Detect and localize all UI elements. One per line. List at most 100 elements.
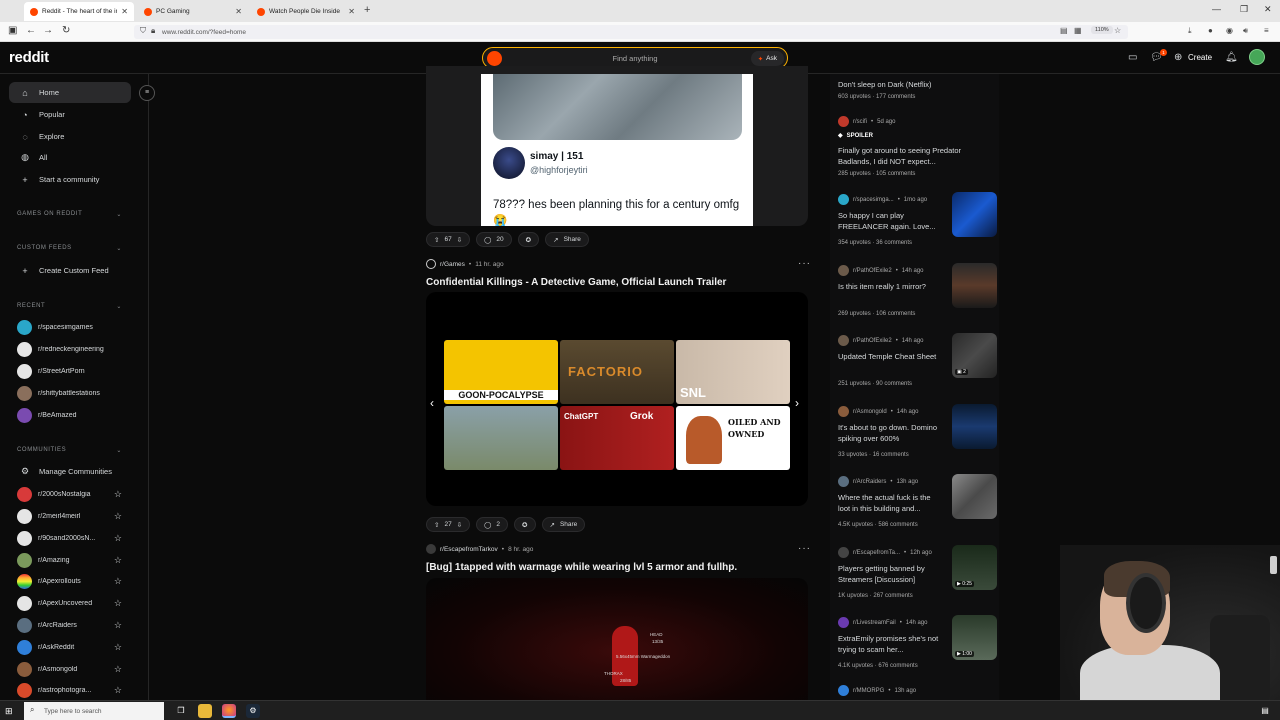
favorite-star-icon[interactable]: ☆ bbox=[114, 685, 122, 696]
vote-control[interactable]: ⇧ 67 ⇩ bbox=[426, 232, 471, 247]
more-options-icon[interactable]: ··· bbox=[798, 543, 811, 554]
forward-icon[interactable]: → bbox=[43, 25, 53, 36]
favorite-star-icon[interactable]: ☆ bbox=[114, 620, 122, 631]
section-games-on-reddit[interactable]: GAMES ON REDDIT ⌄ bbox=[17, 211, 122, 218]
notification-center-icon[interactable]: ▤ bbox=[1258, 704, 1272, 718]
recent-post[interactable]: r/scifi • 5d ago ◆ SPOILER Finally got arou… bbox=[838, 116, 993, 178]
reddit-logo[interactable]: reddit bbox=[9, 49, 49, 66]
back-icon[interactable]: ← bbox=[26, 25, 36, 36]
community-item[interactable]: r/Apexrollouts ☆ bbox=[17, 572, 122, 590]
browser-tab-reddit[interactable]: Reddit - The heart of the intern ✕ bbox=[24, 2, 134, 21]
tweet-embed[interactable]: simay | 151 @highforjeytiri 78??? hes be… bbox=[481, 74, 753, 226]
recent-item[interactable]: r/shittybattlestations bbox=[17, 384, 122, 402]
community-item[interactable]: r/Amazing ☆ bbox=[17, 551, 122, 569]
collapse-sidebar-icon[interactable]: ≡ bbox=[139, 85, 155, 101]
community-item[interactable]: r/2meirl4meirl ☆ bbox=[17, 507, 122, 525]
comments-button[interactable]: ◯ 20 bbox=[476, 232, 512, 247]
recent-item[interactable]: r/redneckengineering bbox=[17, 340, 122, 358]
downvote-icon[interactable]: ⇩ bbox=[457, 521, 462, 529]
taskbar-search[interactable]: ⌕ Type here to search bbox=[24, 702, 164, 720]
bookmark-star-icon[interactable]: ☆ bbox=[1114, 26, 1121, 35]
reader-view-icon[interactable]: ▤ bbox=[1060, 26, 1068, 35]
section-custom-feeds[interactable]: CUSTOM FEEDS ⌄ bbox=[17, 245, 122, 252]
screenshot-icon[interactable]: ▦ bbox=[1074, 26, 1082, 35]
award-button[interactable]: ✪ bbox=[514, 517, 536, 532]
favorite-star-icon[interactable]: ☆ bbox=[114, 576, 122, 587]
close-window-icon[interactable]: ✕ bbox=[1264, 4, 1272, 15]
gallery-next-icon[interactable]: › bbox=[795, 396, 799, 410]
firefox-icon[interactable] bbox=[222, 704, 236, 718]
sidebar-item-explore[interactable]: ◌ Explore bbox=[9, 126, 131, 147]
recent-item[interactable]: r/spacesimgames bbox=[17, 318, 122, 336]
community-item[interactable]: r/ApexUncovered ☆ bbox=[17, 594, 122, 612]
post-gallery[interactable]: GOON-POCALYPSE FACTORIO SNL ChatGPT Grok… bbox=[426, 292, 808, 506]
new-tab-icon[interactable]: + bbox=[364, 4, 370, 16]
upvote-icon[interactable]: ⇧ bbox=[434, 521, 439, 529]
favorite-star-icon[interactable]: ☆ bbox=[114, 555, 122, 566]
community-item[interactable]: r/90sand2000sN... ☆ bbox=[17, 529, 122, 547]
section-communities[interactable]: COMMUNITIES ⌄ bbox=[17, 447, 122, 454]
recent-post[interactable]: r/Asmongold • 14h ago It's about to go dow… bbox=[838, 404, 997, 464]
section-recent[interactable]: RECENT ⌄ bbox=[17, 303, 122, 310]
upvote-icon[interactable]: ⇧ bbox=[434, 236, 439, 244]
post-title[interactable]: [Bug] 1tapped with warmage while wearing… bbox=[426, 562, 737, 573]
windows-start-icon[interactable]: ⊞ bbox=[5, 706, 13, 717]
user-avatar[interactable] bbox=[1249, 49, 1265, 65]
restore-icon[interactable]: ❐ bbox=[1240, 4, 1248, 15]
task-view-icon[interactable]: ❒ bbox=[174, 704, 188, 718]
recent-post[interactable]: r/ArcRaiders • 13h ago Where the actual fu… bbox=[838, 474, 997, 534]
sidebar-item-start-community[interactable]: + Start a community bbox=[9, 169, 131, 190]
subreddit-link[interactable]: r/Games bbox=[440, 261, 465, 268]
downvote-icon[interactable]: ⇩ bbox=[457, 236, 462, 244]
community-item[interactable]: r/AskReddit ☆ bbox=[17, 638, 122, 656]
subreddit-avatar[interactable] bbox=[426, 259, 436, 269]
sidebar-item-all[interactable]: ◍ All bbox=[9, 147, 131, 168]
close-tab-icon[interactable]: ✕ bbox=[121, 7, 128, 16]
url-bar[interactable]: www.reddit.com/?feed=home bbox=[134, 25, 1128, 39]
favorite-star-icon[interactable]: ☆ bbox=[114, 511, 122, 522]
sidebar-item-popular[interactable]: ◔ Popular bbox=[9, 104, 131, 125]
advertise-icon[interactable]: ▭ bbox=[1128, 52, 1137, 63]
gallery-prev-icon[interactable]: ‹ bbox=[430, 396, 434, 410]
downloads-icon[interactable]: ⤓ bbox=[1188, 26, 1192, 36]
recent-item[interactable]: r/StreetArtPorn bbox=[17, 362, 122, 380]
favorite-star-icon[interactable]: ☆ bbox=[114, 642, 122, 653]
post-title[interactable]: Confidential Killings - A Detective Game… bbox=[426, 277, 726, 288]
community-item[interactable]: r/astrophotogra... ☆ bbox=[17, 681, 122, 699]
audio-icon[interactable]: 🔊︎ bbox=[1243, 26, 1248, 36]
reload-icon[interactable]: ↻ bbox=[62, 25, 70, 36]
browser-tab-watch-people[interactable]: Watch People Die Inside ✕ bbox=[251, 2, 361, 21]
close-tab-icon[interactable]: ✕ bbox=[235, 7, 242, 16]
browser-tab-pc-gaming[interactable]: PC Gaming ✕ bbox=[138, 2, 248, 21]
ask-button[interactable]: ✦ Ask bbox=[750, 51, 784, 66]
favorite-star-icon[interactable]: ☆ bbox=[114, 489, 122, 500]
community-item[interactable]: r/ArcRaiders ☆ bbox=[17, 616, 122, 634]
sidebar-item-manage-communities[interactable]: ⚙ Manage Communities bbox=[9, 461, 131, 482]
account-icon[interactable]: ◉ bbox=[1226, 26, 1233, 35]
favorite-star-icon[interactable]: ☆ bbox=[114, 664, 122, 675]
create-button[interactable]: Create bbox=[1188, 53, 1212, 62]
recent-post[interactable]: r/spacesimga... • 1mo ago So happy I can p… bbox=[838, 192, 997, 252]
sidebar-item-home[interactable]: ⌂ Home bbox=[9, 82, 131, 103]
shield-icon[interactable]: ⛉ bbox=[140, 26, 146, 36]
page-scrollbar[interactable] bbox=[1270, 556, 1277, 574]
file-explorer-icon[interactable] bbox=[198, 704, 212, 718]
share-button[interactable]: ↗ Share bbox=[541, 517, 586, 532]
recent-item[interactable]: r/BeAmazed bbox=[17, 406, 122, 424]
more-options-icon[interactable]: ··· bbox=[798, 258, 811, 269]
comments-button[interactable]: ◯ 2 bbox=[476, 517, 509, 532]
recent-post[interactable]: Don't sleep on Dark (Netflix) 603 upvote… bbox=[838, 74, 993, 106]
sidebar-item-create-custom-feed[interactable]: + Create Custom Feed bbox=[9, 260, 131, 281]
favorite-star-icon[interactable]: ☆ bbox=[114, 533, 122, 544]
sidebar-toggle-icon[interactable]: ▣ bbox=[8, 25, 17, 36]
recent-post[interactable]: r/LivestreamFail • 14h ago ExtraEmily prom… bbox=[838, 615, 997, 675]
subreddit-avatar[interactable] bbox=[426, 544, 436, 554]
post-video[interactable]: HEAD 13/35 5.56x45mm Warmageddon THORAX … bbox=[426, 578, 808, 700]
close-tab-icon[interactable]: ✕ bbox=[348, 7, 355, 16]
notifications-bell-icon[interactable]: 🔔︎ bbox=[1225, 52, 1238, 63]
community-item[interactable]: r/Asmongold ☆ bbox=[17, 660, 122, 678]
recent-post[interactable]: r/EscapefromTa... • 12h ago Players gettin… bbox=[838, 545, 997, 605]
subreddit-link[interactable]: r/EscapefromTarkov bbox=[440, 546, 498, 553]
vote-control[interactable]: ⇧ 27 ⇩ bbox=[426, 517, 471, 532]
steam-icon[interactable]: ⚙ bbox=[246, 704, 260, 718]
